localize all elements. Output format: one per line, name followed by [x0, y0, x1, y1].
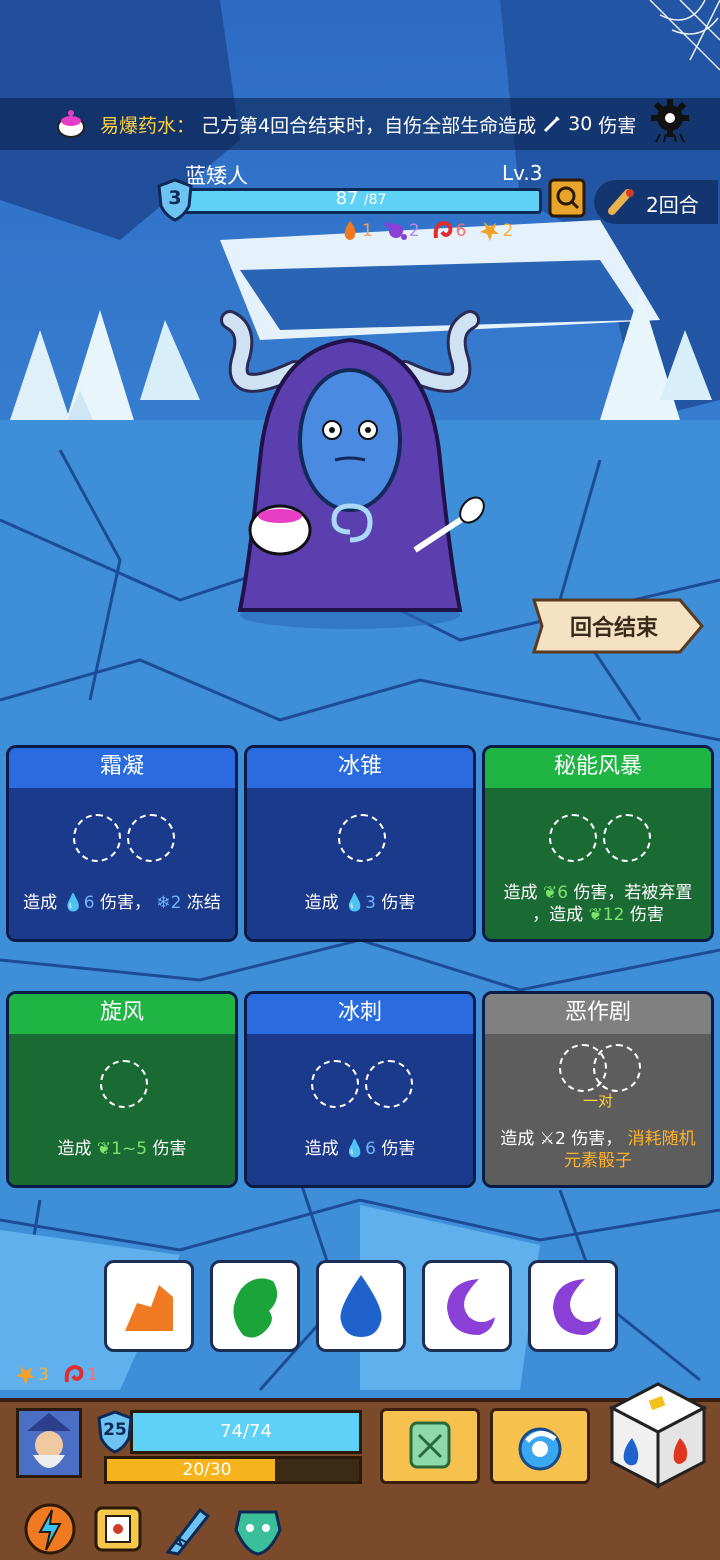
leaf-slot-icon[interactable] [549, 814, 597, 862]
card-title: 霜凝 [9, 748, 235, 788]
buff-name: 易爆药水： [100, 114, 196, 137]
earth-die-icon[interactable] [104, 1260, 194, 1352]
leaf-slot-icon[interactable] [603, 814, 651, 862]
pair-label: 一对 [582, 1092, 613, 1110]
end-turn-label: 回合结束 [570, 616, 659, 641]
player-status-row: 3 1 [14, 1364, 98, 1386]
reroll-button[interactable] [490, 1408, 590, 1484]
enemy-status-row: 1 2 6 2 [340, 220, 513, 242]
water-slot-icon[interactable] [365, 1060, 413, 1108]
card-whirlwind[interactable]: 旋风 造成 ❦1~5 伤害 [6, 991, 238, 1188]
card-description: 造成 💧6 伤害 [304, 1139, 416, 1159]
player-hp-bar: 74/74 [130, 1410, 362, 1454]
enemy-hp-text: 87 /87 [335, 188, 387, 209]
turn-counter: 2回合 [594, 180, 718, 224]
potion-icon [54, 106, 88, 140]
player-mana-text: 20/30 [182, 1460, 232, 1480]
potion-buff-banner: 易爆药水： 己方第4回合结束时，自伤全部生命造成 30 伤害 [0, 98, 720, 150]
blue-dwarf-enemy [220, 310, 485, 629]
buff-suffix: 伤害 [598, 114, 637, 137]
buff-damage: 30 [568, 113, 593, 135]
sword-icon [542, 114, 562, 134]
settings-gear-icon[interactable] [646, 96, 694, 144]
leaf-die-icon[interactable] [210, 1260, 300, 1352]
player-hp-text: 74/74 [220, 1421, 272, 1442]
water-slot-icon[interactable] [338, 814, 386, 862]
player-avatar[interactable] [16, 1408, 82, 1478]
enemy-name: 蓝矮人 [185, 164, 248, 188]
card-title: 旋风 [9, 994, 235, 1034]
pair-slot-icon[interactable] [593, 1044, 641, 1092]
enemy-level: Lv.3 [502, 161, 543, 185]
water-drop-icon: 💧 [62, 893, 84, 913]
player-status-red: 1 [63, 1364, 98, 1386]
card-description: 造成 💧6 伤害， ❄2 冻结 [23, 893, 221, 913]
water-slot-icon[interactable] [127, 814, 175, 862]
enemy-status-purple: 2 [384, 220, 420, 242]
card-title: 恶作剧 [485, 994, 711, 1034]
end-turn-button[interactable]: 回合结束 [530, 596, 705, 656]
bestiary-book-icon[interactable] [548, 178, 586, 218]
player-mana-bar: 20/30 [104, 1456, 362, 1484]
water-slot-icon[interactable] [311, 1060, 359, 1108]
card-title: 秘能风暴 [485, 748, 711, 788]
leaf-slot-icon[interactable] [100, 1060, 148, 1108]
water-drop-icon: 💧 [344, 893, 366, 913]
enemy-shield-value: 3 [168, 187, 182, 209]
player-level: 25 [103, 1420, 127, 1440]
enemy-status-orange: 2 [478, 220, 513, 242]
buff-description: 己方第4回合结束时，自伤全部生命造成 [201, 114, 537, 137]
roll-dice-button[interactable] [606, 1380, 710, 1490]
card-title: 冰刺 [247, 994, 473, 1034]
sword-icon: ⚔ [539, 1129, 555, 1149]
card-ice-cone[interactable]: 冰锥 造成 💧3 伤害 [244, 745, 476, 942]
card-arcane-storm[interactable]: 秘能风暴 造成 ❦6 伤害，若被弃置 ，造成 ❦12 伤害 [482, 745, 714, 942]
water-slot-icon[interactable] [73, 814, 121, 862]
ice-blade-relic-icon[interactable] [160, 1502, 216, 1556]
green-mask-relic-icon[interactable] [230, 1502, 286, 1556]
leaf-icon: ❦ [588, 905, 603, 925]
lightning-relic-icon[interactable] [22, 1502, 78, 1556]
dice-bag-button[interactable] [380, 1408, 480, 1484]
enemy-shield-icon: 3 [156, 178, 194, 222]
leaf-icon: ❦ [96, 1139, 112, 1159]
card-description: 造成 ❦6 伤害，若被弃置 ，造成 ❦12 伤害 [503, 883, 693, 925]
snowflake-icon: ❄ [156, 893, 171, 913]
turn-count: 2回合 [646, 193, 699, 217]
leaf-icon: ❦ [542, 883, 558, 903]
player-level-shield-icon: 25 [96, 1410, 134, 1454]
enemy-status-red: 6 [432, 220, 466, 242]
card-ice-spike[interactable]: 冰刺 造成 💧6 伤害 [244, 991, 476, 1188]
card-description: 造成 💧3 伤害 [304, 893, 416, 913]
moon-die-icon[interactable] [422, 1260, 512, 1352]
enemy-status-fire: 1 [340, 220, 373, 242]
card-description: 造成 ❦1~5 伤害 [57, 1139, 187, 1159]
water-drop-icon: 💧 [344, 1139, 366, 1159]
moon-die-icon[interactable] [528, 1260, 618, 1352]
card-frost[interactable]: 霜凝 造成 💧6 伤害， ❄2 冻结 [6, 745, 238, 942]
card-prank[interactable]: 恶作剧 一对 造成 ⚔2 伤害， 消耗随机 元素骰子 [482, 991, 714, 1188]
monster-card-relic-icon[interactable] [90, 1502, 146, 1556]
water-die-icon[interactable] [316, 1260, 406, 1352]
card-title: 冰锥 [247, 748, 473, 788]
scroll-icon [606, 187, 636, 217]
player-status-orange: 3 [14, 1364, 49, 1386]
card-description: 造成 ⚔2 伤害， 消耗随机 元素骰子 [500, 1129, 696, 1171]
